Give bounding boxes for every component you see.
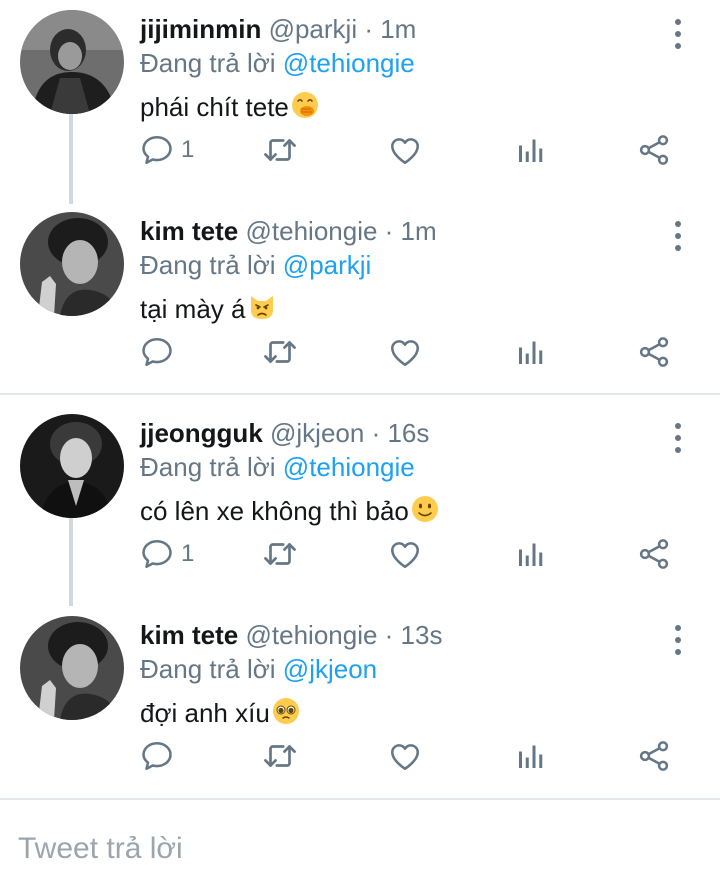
heart-icon [387,536,423,572]
more-options-icon[interactable] [664,420,692,456]
replying-label: Đang trả lời [140,452,276,482]
reply-mention-link[interactable]: @jkjeon [283,654,377,684]
reply-mention-link[interactable]: @tehiongie [283,48,415,78]
display-name[interactable]: kim tete [140,216,238,246]
replying-label: Đang trả lời [140,48,276,78]
like-button[interactable] [387,332,423,372]
handle-and-time: @parkji · 1m [268,14,417,44]
retweet-icon [261,737,299,775]
reply-mention-link[interactable]: @tehiongie [283,452,415,482]
tweet[interactable]: jijiminmin @parkji · 1m Đang trả lời @te… [0,10,720,180]
tweet-header: jijiminmin @parkji · 1m [140,12,416,46]
handle-and-time: @tehiongie · 13s [245,620,443,650]
tweet[interactable]: kim tete @tehiongie · 13s Đang trả lời @… [0,616,720,786]
like-button[interactable] [387,534,423,574]
analytics-icon [513,536,549,572]
like-button[interactable] [387,130,423,170]
avatar[interactable] [20,10,124,114]
tweet-text-content: có lên xe không thì bảo [140,496,409,526]
retweet-button[interactable] [261,130,299,170]
display-name[interactable]: jijiminmin [140,14,261,44]
retweet-icon [261,333,299,371]
handle-and-time: @tehiongie · 1m [245,216,437,246]
analytics-icon [513,132,549,168]
reply-button[interactable] [139,736,181,776]
reply-count: 1 [181,136,195,163]
tweet[interactable]: jjeongguk @jkjeon · 16s Đang trả lời @te… [0,414,720,584]
reply-button[interactable]: 1 [139,130,194,170]
tweet-actions [0,332,720,372]
conversation-divider [0,393,720,395]
replying-to: Đang trả lời @tehiongie [140,46,415,80]
retweet-icon [261,131,299,169]
tweet-actions: 1 [0,130,720,170]
avatar[interactable] [20,616,124,720]
tweet-text: tại mày á [140,292,277,326]
tweet-actions: 1 [0,534,720,574]
replying-to: Đang trả lời @tehiongie [140,450,415,484]
analytics-button[interactable] [513,332,549,372]
share-button[interactable] [636,130,672,170]
compose-divider [0,798,720,800]
analytics-button[interactable] [513,534,549,574]
share-button[interactable] [636,534,672,574]
reply-icon [139,738,175,774]
reply-icon [139,334,175,370]
display-name[interactable]: kim tete [140,620,238,650]
tweet-text-content: tại mày á [140,294,246,324]
tweet-text: phái chít tete [140,90,320,124]
heart-icon [387,132,423,168]
display-name[interactable]: jjeongguk [140,418,263,448]
retweet-icon [261,535,299,573]
replying-label: Đang trả lời [140,250,276,280]
avatar[interactable] [20,212,124,316]
more-options-icon[interactable] [664,218,692,254]
tweet[interactable]: kim tete @tehiongie · 1m Đang trả lời @p… [0,212,720,382]
analytics-button[interactable] [513,736,549,776]
replying-to: Đang trả lời @jkjeon [140,652,377,686]
heart-icon [387,738,423,774]
tweet-text: có lên xe không thì bảo [140,494,440,528]
tweet-text-content: đợi anh xíu [140,698,270,728]
tweet-header: kim tete @tehiongie · 1m [140,214,437,248]
slightly-smiling-face-emoji-icon [410,494,440,532]
retweet-button[interactable] [261,736,299,776]
reply-button[interactable]: 1 [139,534,194,574]
retweet-button[interactable] [261,332,299,372]
analytics-icon [513,334,549,370]
reply-mention-link[interactable]: @parkji [283,250,372,280]
pleading-face-emoji-icon [271,696,301,734]
reply-button[interactable] [139,332,181,372]
analytics-icon [513,738,549,774]
tweet-header: jjeongguk @jkjeon · 16s [140,416,429,450]
share-button[interactable] [636,332,672,372]
tweet-header: kim tete @tehiongie · 13s [140,618,442,652]
reply-icon [139,132,175,168]
handle-and-time: @jkjeon · 16s [270,418,430,448]
pouting-cat-emoji-icon [247,292,277,330]
reply-icon [139,536,175,572]
more-options-icon[interactable] [664,622,692,658]
heart-icon [387,334,423,370]
tweet-actions [0,736,720,776]
reply-count: 1 [181,540,195,567]
tweet-text: đợi anh xíu [140,696,301,730]
avatar[interactable] [20,414,124,518]
retweet-button[interactable] [261,534,299,574]
share-icon [636,132,672,168]
replying-label: Đang trả lời [140,654,276,684]
reply-compose-input[interactable]: Tweet trả lời [18,829,183,869]
replying-to: Đang trả lời @parkji [140,248,371,282]
share-icon [636,536,672,572]
share-icon [636,738,672,774]
like-button[interactable] [387,736,423,776]
share-button[interactable] [636,736,672,776]
analytics-button[interactable] [513,130,549,170]
more-options-icon[interactable] [664,16,692,52]
face-with-hand-over-mouth-emoji-icon [290,90,320,128]
share-icon [636,334,672,370]
tweet-text-content: phái chít tete [140,92,289,122]
